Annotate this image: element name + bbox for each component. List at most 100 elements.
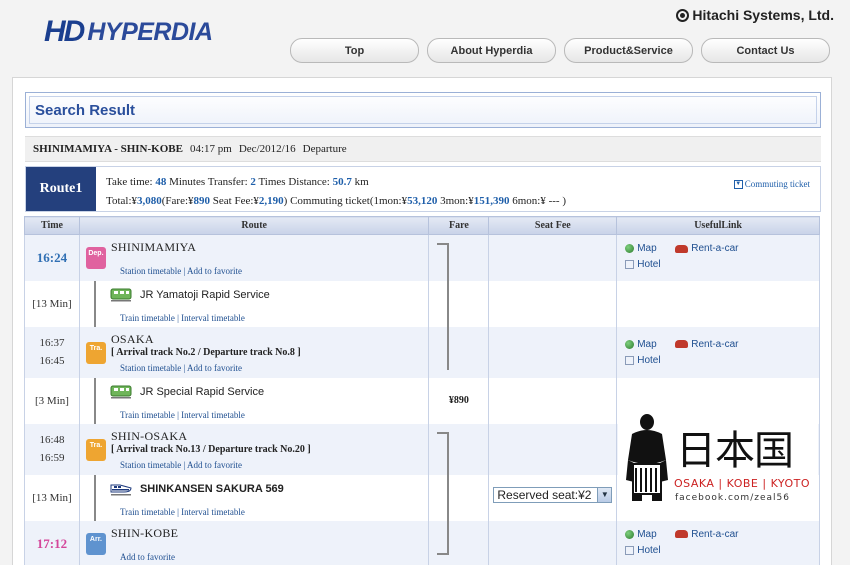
local-train-icon — [110, 288, 132, 301]
logo-wordmark: HYPERDIA — [87, 17, 213, 46]
globe-icon — [625, 244, 635, 253]
col-fare: Fare — [428, 216, 490, 235]
globe-icon — [625, 339, 635, 349]
train-links[interactable]: Train timetable | Interval timetable — [120, 313, 245, 323]
arrival-time: 17:12 — [24, 520, 80, 565]
station-links[interactable]: Add to favorite — [120, 552, 175, 562]
car-icon — [675, 244, 689, 253]
rent-a-car-link[interactable]: Rent-a-car — [675, 529, 738, 540]
commute-3mon-value: 151,390 — [473, 195, 510, 207]
route-summary: Route1 Take time: 48 Minutes Transfer: 2… — [25, 166, 821, 212]
watermark-overlay: 日本国 OSAKA | KOBE | KYOTO facebook.com/ze… — [618, 408, 818, 508]
total-value: 3,080 — [137, 195, 162, 207]
fare-bracket — [437, 520, 450, 555]
car-icon — [675, 530, 689, 538]
seat-type-select[interactable]: Reserved seat:¥2 ▼ — [493, 486, 613, 503]
table-row: 16:37 16:45 Tra. OSAKA [ Arrival track No… — [24, 326, 820, 378]
route-stations: SHINIMAMIYA - SHIN-KOBE — [33, 143, 183, 155]
watermark-kanji: 日本国 — [676, 428, 794, 474]
route-table: Time Route Fare Seat Fee UsefulLink 16:2… — [24, 216, 820, 565]
station-name[interactable]: SHIN-OSAKA — [111, 429, 187, 444]
station-name[interactable]: SHINIMAMIYA — [111, 240, 196, 255]
map-link[interactable]: Map — [625, 529, 657, 540]
local-train-icon — [110, 385, 132, 398]
route-date: Dec/2012/16 — [238, 143, 296, 155]
transfer-time: 16:37 16:45 — [24, 326, 80, 378]
route-line — [93, 280, 96, 327]
route-label: Route1 — [26, 167, 96, 211]
commuting-ticket-link[interactable]: ▼ Commuting ticket — [733, 179, 810, 189]
table-row: 17:12 Arr. SHIN-KOBE Add to favorite Map… — [24, 520, 820, 565]
route-time: 04:17 pm — [189, 143, 232, 155]
corp-logo: Hitachi Systems, Ltd. — [676, 7, 834, 23]
departure-time: 16:24 — [24, 234, 80, 281]
watermark-cities: OSAKA | KOBE | KYOTO — [674, 477, 811, 490]
station-links[interactable]: Station timetable | Add to favorite — [120, 460, 242, 470]
route-line — [93, 377, 96, 424]
table-row: 16:24 Dep. SHINIMAMIYA Station timetable… — [24, 234, 820, 281]
rent-a-car-link[interactable]: Rent-a-car — [675, 339, 738, 350]
track-info: [ Arrival track No.13 / Departure track … — [110, 443, 311, 455]
col-seat-fee: Seat Fee — [488, 216, 618, 235]
globe-icon — [625, 529, 635, 539]
transfer-badge: Tra. — [85, 341, 106, 364]
station-links[interactable]: Station timetable | Add to favorite — [120, 363, 242, 373]
corp-name: Hitachi Systems, Ltd. — [692, 7, 834, 23]
ride-duration: [13 Min] — [24, 280, 80, 327]
fare-bracket — [437, 280, 450, 327]
hotel-icon — [625, 545, 635, 555]
train-name[interactable]: JR Yamatoji Rapid Service — [140, 289, 270, 301]
train-links[interactable]: Train timetable | Interval timetable — [120, 507, 245, 517]
nav-top-button[interactable]: Top — [290, 38, 419, 63]
hotel-link[interactable]: Hotel — [625, 545, 661, 556]
hotel-icon — [625, 260, 635, 269]
arrival-badge: Arr. — [85, 532, 106, 555]
hitachi-icon — [676, 8, 690, 22]
chevron-down-icon: ▼ — [733, 179, 743, 189]
route-mode: Departure — [302, 143, 347, 155]
fare-bracket — [437, 326, 450, 370]
distance-value: 50.7 — [332, 176, 352, 188]
hotel-link[interactable]: Hotel — [625, 355, 661, 366]
route-info-bar: SHINIMAMIYA - SHIN-KOBE 04:17 pm Dec/201… — [25, 136, 821, 162]
ride-duration: [13 Min] — [24, 474, 80, 521]
nav-product-button[interactable]: Product&Service — [564, 38, 693, 63]
map-link[interactable]: Map — [625, 339, 657, 350]
map-link[interactable]: Map — [625, 243, 657, 254]
station-name[interactable]: SHIN-KOBE — [111, 526, 178, 541]
fare-value: 890 — [193, 195, 211, 207]
transfer-value: 2 — [250, 176, 256, 188]
table-row: [13 Min] JR Yamatoji Rapid Service Train… — [24, 280, 820, 327]
fare-bracket — [437, 431, 450, 475]
commute-1mon-value: 53,120 — [407, 195, 438, 207]
hotel-link[interactable]: Hotel — [625, 259, 661, 270]
watermark-facebook: facebook.com/zeal56 — [675, 493, 790, 503]
train-name[interactable]: JR Special Rapid Service — [140, 386, 264, 398]
logo-mark: HD — [44, 15, 85, 48]
rent-a-car-link[interactable]: Rent-a-car — [675, 243, 738, 254]
col-useful-link: UsefulLink — [616, 216, 820, 235]
col-time: Time — [24, 216, 80, 235]
page-title: Search Result — [29, 96, 817, 124]
track-info: [ Arrival track No.2 / Departure track N… — [110, 346, 301, 358]
route-line — [93, 474, 96, 521]
seat-fee-value: 2,190 — [258, 195, 284, 207]
fare-bracket — [437, 474, 450, 521]
top-nav: Top About Hyperdia Product&Service Conta… — [290, 38, 830, 63]
summary-text: Take time: 48 Minutes Transfer: 2 Times … — [106, 176, 566, 207]
nav-contact-button[interactable]: Contact Us — [701, 38, 830, 63]
sumo-figure-icon — [626, 414, 668, 501]
search-result-header: Search Result — [25, 92, 821, 128]
train-name[interactable]: SHINKANSEN SAKURA 569 — [140, 483, 284, 495]
car-icon — [675, 340, 689, 348]
hotel-icon — [625, 355, 635, 365]
shinkansen-icon — [110, 484, 132, 495]
ride-duration: [3 Min] — [24, 377, 80, 424]
train-links[interactable]: Train timetable | Interval timetable — [120, 410, 245, 420]
departure-badge: Dep. — [85, 247, 106, 269]
station-name[interactable]: OSAKA — [111, 332, 154, 347]
fare-bracket — [437, 243, 450, 281]
hyperdia-logo[interactable]: HD HYPERDIA — [44, 14, 213, 50]
nav-about-button[interactable]: About Hyperdia — [427, 38, 556, 63]
station-links[interactable]: Station timetable | Add to favorite — [120, 266, 242, 276]
